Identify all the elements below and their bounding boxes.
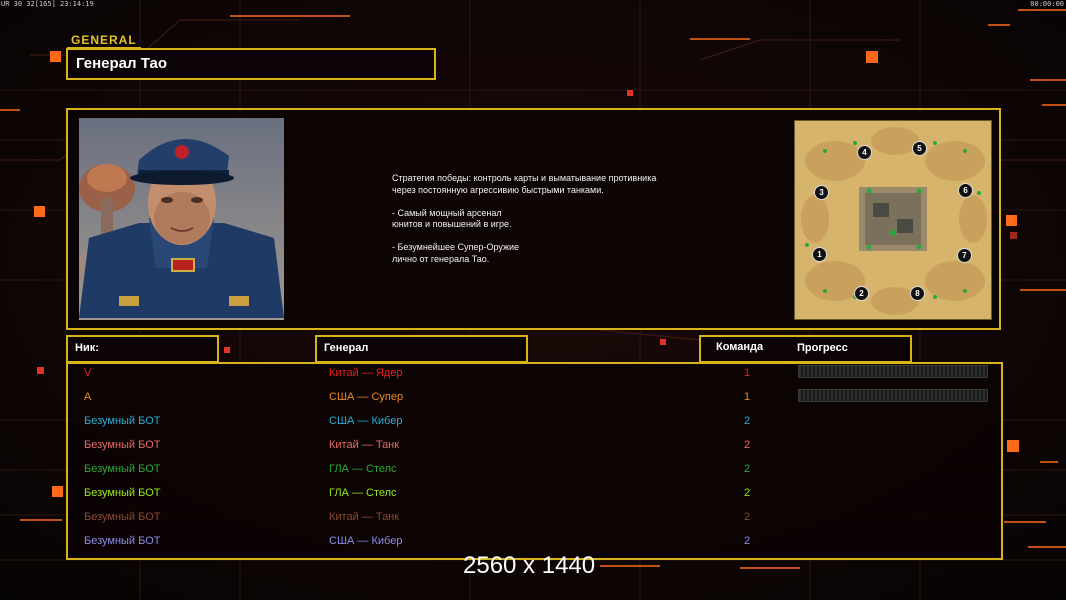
player-general[interactable]: США — Супер <box>329 391 403 403</box>
general-portrait <box>79 118 284 320</box>
hud-clock-right: 00:00:00 <box>1030 0 1064 8</box>
player-general[interactable]: США — Кибер <box>329 535 402 547</box>
player-row[interactable]: Безумный БОТ ГЛА — Стелс 2 <box>66 459 999 483</box>
player-team[interactable]: 2 <box>744 487 750 499</box>
player-team[interactable]: 2 <box>744 511 750 523</box>
player-nick: Безумный БОТ <box>84 415 161 427</box>
hud-clock-left: UR 30 32[165] 23:14:19 <box>1 0 94 8</box>
general-title: Генерал Тао <box>76 55 167 72</box>
spawn-marker: 2 <box>854 286 869 301</box>
spawn-marker: 3 <box>814 185 829 200</box>
player-row[interactable]: Безумный БОТ США — Кибер 2 <box>66 411 999 435</box>
player-general[interactable]: Китай — Танк <box>329 511 399 523</box>
header-general: Генерал <box>324 342 369 354</box>
player-team[interactable]: 2 <box>744 439 750 451</box>
player-row[interactable]: Безумный БОТ Китай — Танк 2 <box>66 507 999 531</box>
spawn-marker: 4 <box>857 145 872 160</box>
player-general[interactable]: ГЛА — Стелс <box>329 463 397 475</box>
header-progress: Прогресс <box>797 342 848 354</box>
player-team[interactable]: 2 <box>744 463 750 475</box>
player-team[interactable]: 2 <box>744 535 750 547</box>
header-team: Команда <box>716 341 764 353</box>
spawn-marker: 1 <box>812 247 827 262</box>
player-nick: A <box>84 391 92 403</box>
player-general[interactable]: ГЛА — Стелс <box>329 487 397 499</box>
player-nick: Безумный БОТ <box>84 487 161 499</box>
player-row[interactable]: A США — Супер 1 <box>66 387 999 411</box>
header-nick-box: Ник: <box>66 335 219 363</box>
minimap[interactable]: 4 5 3 6 1 7 2 8 <box>794 120 992 320</box>
header-general-box: Генерал <box>315 335 528 363</box>
player-team[interactable]: 2 <box>744 415 750 427</box>
player-general[interactable]: США — Кибер <box>329 415 402 427</box>
spawn-marker: 5 <box>912 141 927 156</box>
player-nick: Безумный БОТ <box>84 535 161 547</box>
spawn-marker: 6 <box>958 183 973 198</box>
header-nick: Ник: <box>75 342 99 354</box>
player-nick: Безумный БОТ <box>84 439 161 451</box>
header-team-progress-box: Команда Прогресс <box>699 335 912 363</box>
general-description: Стратегия победы: контроль карты и вымат… <box>392 173 657 264</box>
player-general[interactable]: Китай — Танк <box>329 439 399 451</box>
player-general[interactable]: Китай — Ядер <box>329 367 402 379</box>
player-rows: V Китай — Ядер 1 A США — Супер 1 Безумны… <box>66 362 999 556</box>
player-team[interactable]: 1 <box>744 367 750 379</box>
player-team[interactable]: 1 <box>744 391 750 403</box>
player-row[interactable]: Безумный БОТ ГЛА — Стелс 2 <box>66 483 999 507</box>
player-progress-bar <box>798 389 988 402</box>
player-row[interactable]: V Китай — Ядер 1 <box>66 363 999 387</box>
resolution-label: 2560 x 1440 <box>463 552 596 579</box>
spawn-marker: 7 <box>957 248 972 263</box>
general-tag: GENERAL <box>67 34 141 49</box>
player-progress-bar <box>798 365 988 378</box>
player-nick: V <box>84 367 92 379</box>
spawn-marker: 8 <box>910 286 925 301</box>
player-nick: Безумный БОТ <box>84 511 161 523</box>
general-title-box: Генерал Тао <box>66 48 436 80</box>
player-row[interactable]: Безумный БОТ Китай — Танк 2 <box>66 435 999 459</box>
player-nick: Безумный БОТ <box>84 463 161 475</box>
